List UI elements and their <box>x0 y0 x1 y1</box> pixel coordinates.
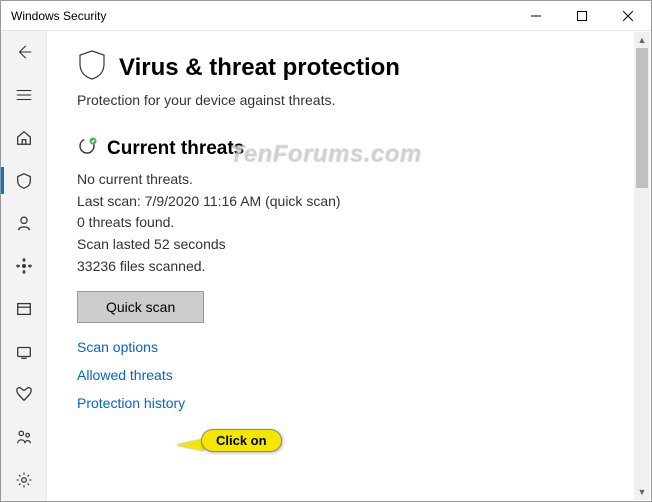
window-title: Windows Security <box>1 9 513 23</box>
hamburger-menu-button[interactable] <box>1 74 47 117</box>
sidebar-item-app-browser[interactable] <box>1 287 47 330</box>
threats-found: 0 threats found. <box>77 212 631 234</box>
scroll-down-arrow[interactable]: ▼ <box>634 484 650 500</box>
minimize-button[interactable] <box>513 1 559 31</box>
page-subtitle: Protection for your device against threa… <box>77 92 631 108</box>
sidebar-item-home[interactable] <box>1 116 47 159</box>
scroll-thumb[interactable] <box>636 48 648 188</box>
titlebar: Windows Security <box>1 1 651 31</box>
close-button[interactable] <box>605 1 651 31</box>
scan-status-icon <box>77 136 97 161</box>
sidebar-item-virus-threat[interactable] <box>1 159 47 202</box>
protection-history-link[interactable]: Protection history <box>77 395 631 411</box>
sidebar-item-settings[interactable] <box>1 458 47 501</box>
shield-icon <box>77 49 107 86</box>
vertical-scrollbar[interactable]: ▲ ▼ <box>634 32 650 500</box>
files-scanned: 33236 files scanned. <box>77 256 631 278</box>
maximize-button[interactable] <box>559 1 605 31</box>
last-scan-info: Last scan: 7/9/2020 11:16 AM (quick scan… <box>77 191 631 213</box>
scan-duration: Scan lasted 52 seconds <box>77 234 631 256</box>
main-content: Virus & threat protection Protection for… <box>47 31 651 501</box>
window-controls <box>513 1 651 31</box>
current-threats-header: Current threats <box>77 136 631 161</box>
sidebar-item-performance[interactable] <box>1 373 47 416</box>
annotation-callout: Click on <box>201 429 282 452</box>
page-title: Virus & threat protection <box>119 54 400 82</box>
threats-status: No current threats. <box>77 169 631 191</box>
sidebar-item-account[interactable] <box>1 202 47 245</box>
back-button[interactable] <box>1 31 47 74</box>
scan-options-link[interactable]: Scan options <box>77 339 631 355</box>
sidebar-item-firewall[interactable] <box>1 245 47 288</box>
section-title: Current threats <box>107 138 244 160</box>
allowed-threats-link[interactable]: Allowed threats <box>77 367 631 383</box>
quick-scan-button[interactable]: Quick scan <box>77 291 204 323</box>
sidebar-item-device-security[interactable] <box>1 330 47 373</box>
callout-arrow <box>176 439 204 451</box>
sidebar <box>1 31 47 501</box>
page-header: Virus & threat protection <box>77 49 631 86</box>
sidebar-item-family[interactable] <box>1 416 47 459</box>
scroll-up-arrow[interactable]: ▲ <box>634 32 650 48</box>
